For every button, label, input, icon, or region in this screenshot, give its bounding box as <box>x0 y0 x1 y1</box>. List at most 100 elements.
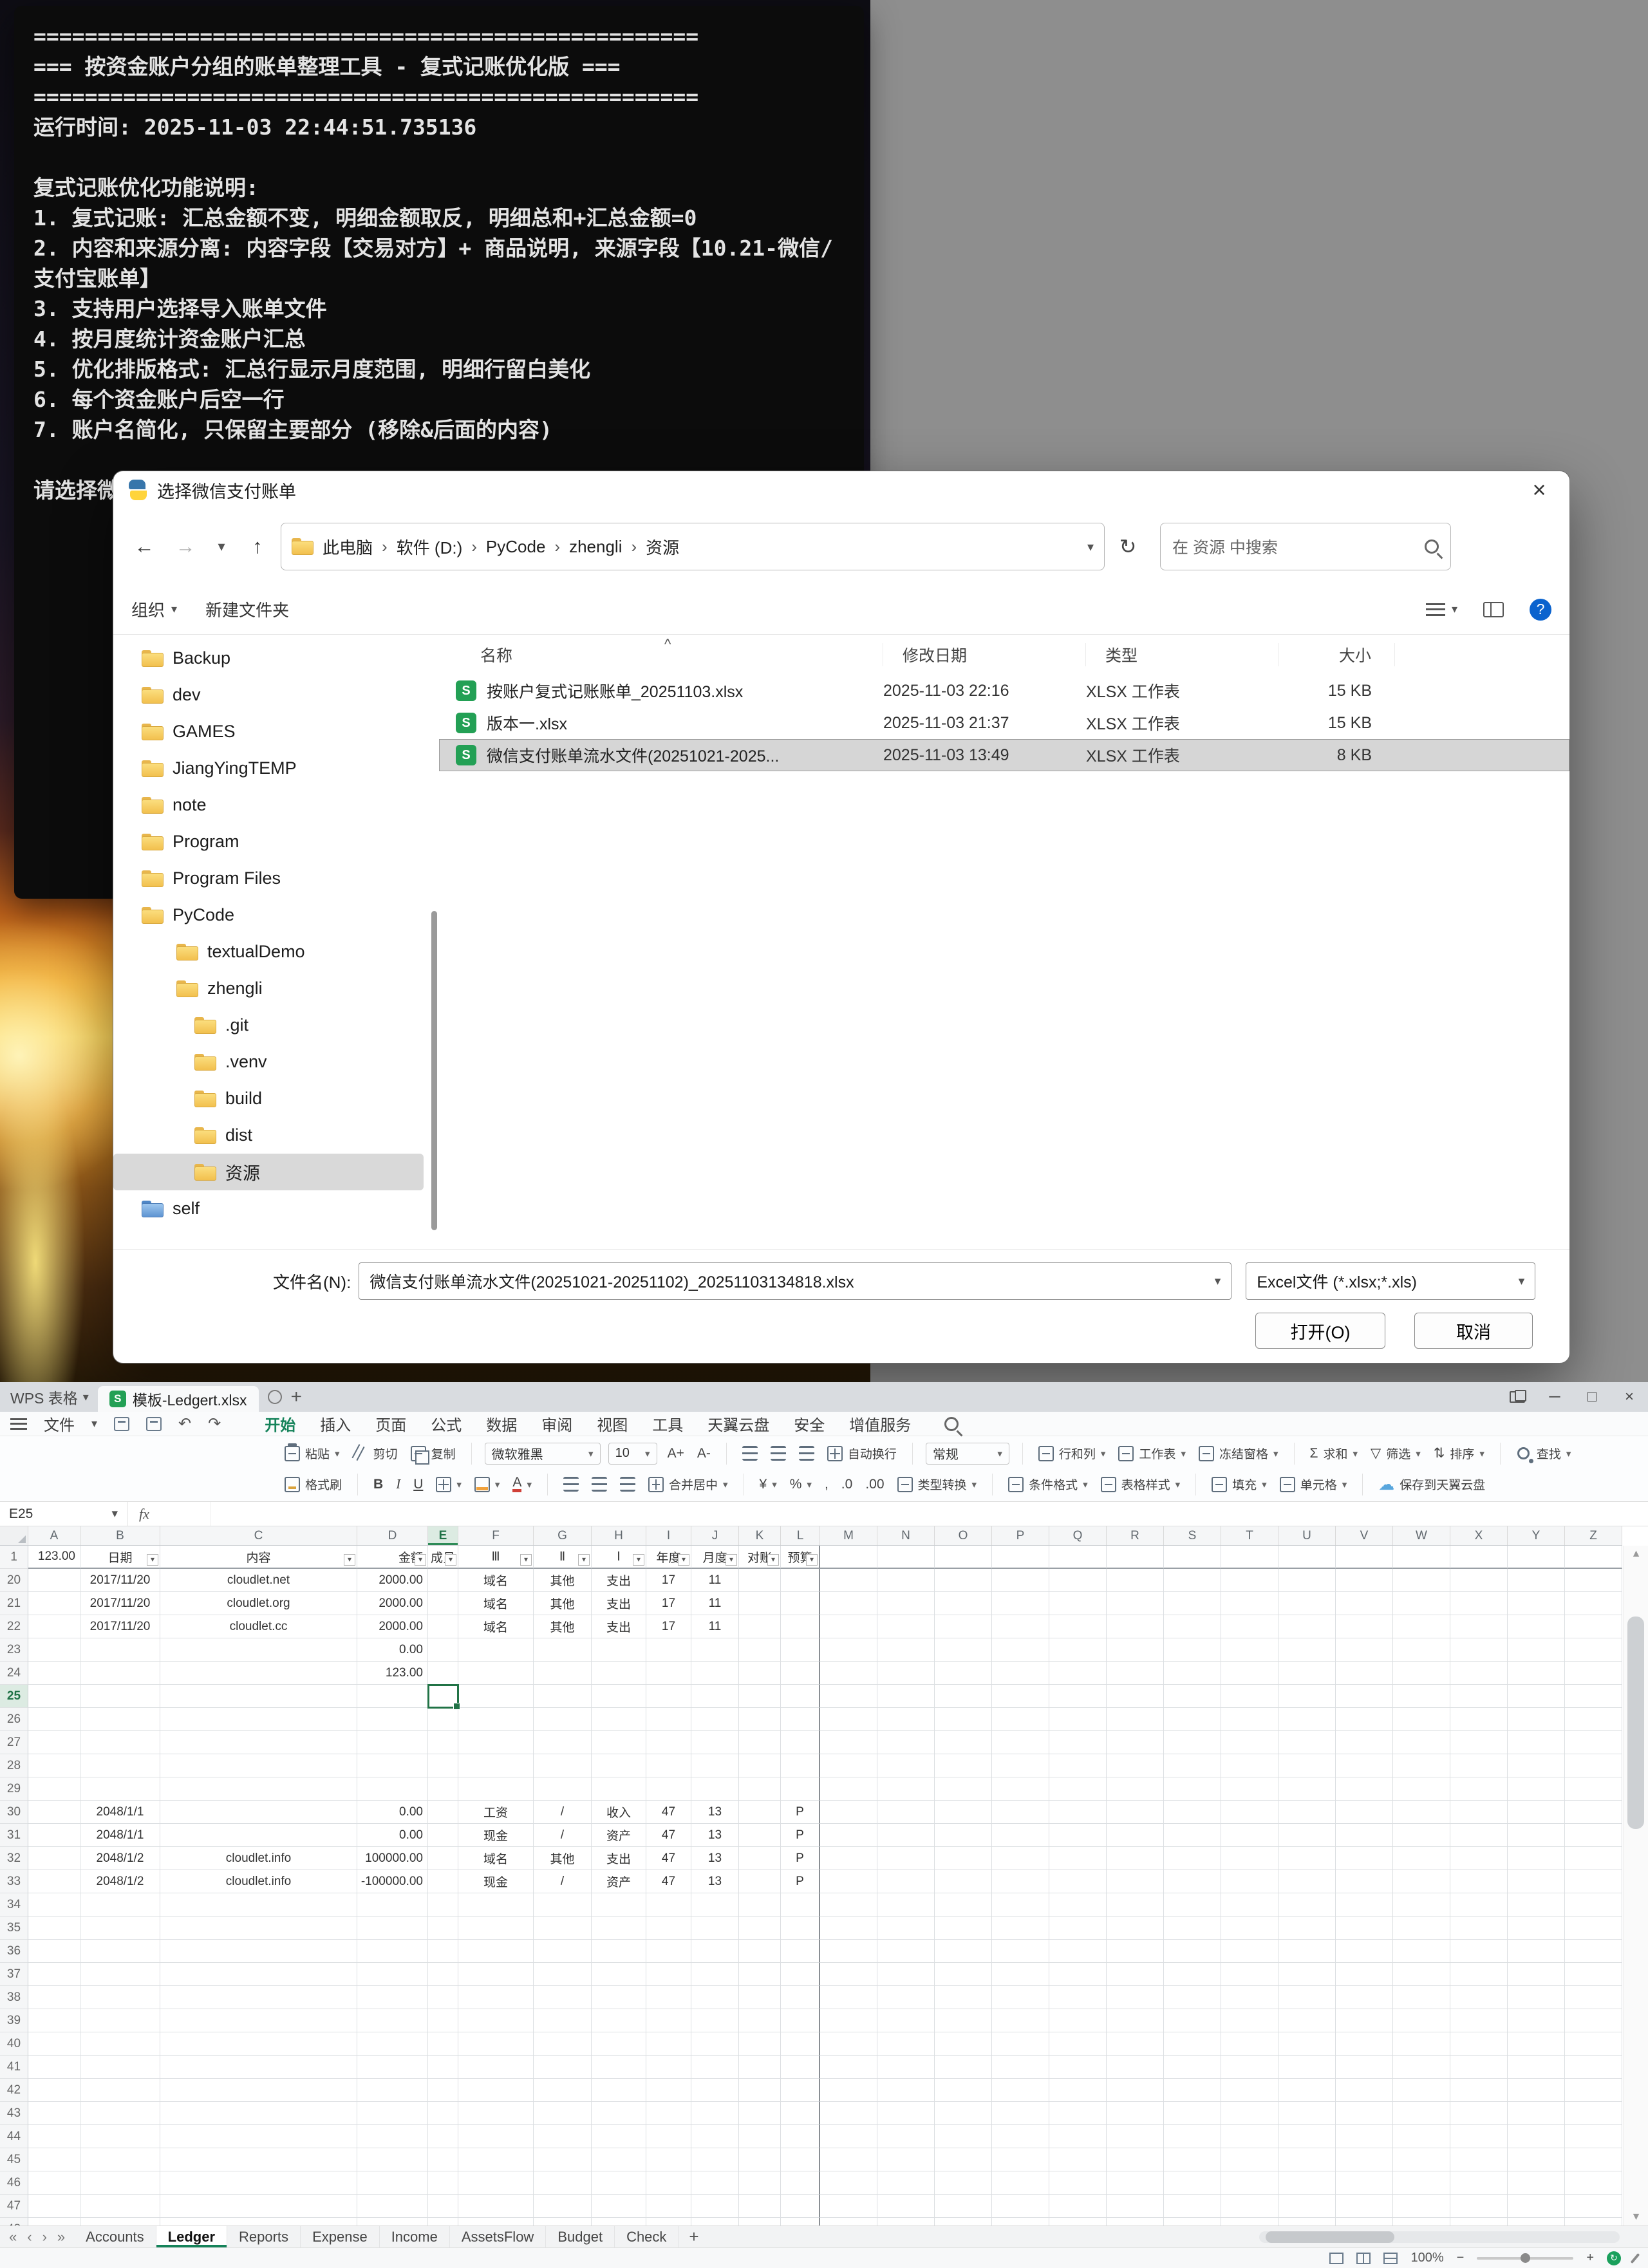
cell-C26[interactable] <box>160 1708 357 1731</box>
cell-T38[interactable] <box>1221 1986 1278 2009</box>
print-icon[interactable] <box>146 1417 162 1431</box>
cell-F42[interactable] <box>458 2079 534 2102</box>
column-header-A[interactable]: A <box>28 1526 80 1545</box>
cell-F23[interactable] <box>458 1638 534 1662</box>
cell-V28[interactable] <box>1336 1754 1393 1777</box>
cell-M34[interactable] <box>820 1893 877 1917</box>
cell-P31[interactable] <box>992 1824 1049 1847</box>
cell-F41[interactable] <box>458 2056 534 2079</box>
cell-H23[interactable] <box>592 1638 646 1662</box>
cell-J31[interactable]: 13 <box>691 1824 739 1847</box>
cell-V37[interactable] <box>1336 1963 1393 1986</box>
cell-W1[interactable] <box>1393 1546 1450 1569</box>
cell-Q21[interactable] <box>1049 1592 1107 1615</box>
add-sheet-button[interactable]: + <box>679 2227 709 2247</box>
cell-Y47[interactable] <box>1508 2195 1565 2218</box>
cell-Y23[interactable] <box>1508 1638 1565 1662</box>
cell-B48[interactable] <box>80 2218 160 2226</box>
ribbon-button[interactable]: U <box>411 1476 426 1494</box>
cell-T24[interactable] <box>1221 1662 1278 1685</box>
cell-Q44[interactable] <box>1049 2125 1107 2148</box>
row-header-29[interactable]: 29 <box>0 1777 28 1801</box>
cell-B22[interactable]: 2017/11/20 <box>80 1615 160 1638</box>
filter-icon[interactable]: ▾ <box>726 1554 737 1566</box>
row-header-25[interactable]: 25 <box>0 1685 28 1708</box>
cell-U29[interactable] <box>1278 1777 1336 1801</box>
cell-A28[interactable] <box>28 1754 80 1777</box>
cell-A30[interactable] <box>28 1801 80 1824</box>
cell-D45[interactable] <box>357 2148 428 2171</box>
column-header-N[interactable]: N <box>877 1526 935 1545</box>
cell-Z26[interactable] <box>1565 1708 1622 1731</box>
cell-R34[interactable] <box>1107 1893 1164 1917</box>
cell-I25[interactable] <box>646 1685 691 1708</box>
cell-D47[interactable] <box>357 2195 428 2218</box>
cell-P41[interactable] <box>992 2056 1049 2079</box>
cell-V38[interactable] <box>1336 1986 1393 2009</box>
cell-K35[interactable] <box>739 1917 781 1940</box>
sidebar-item-dev[interactable]: dev <box>113 677 424 713</box>
column-header-Q[interactable]: Q <box>1049 1526 1107 1545</box>
cell-E32[interactable] <box>428 1847 458 1870</box>
cell-F39[interactable] <box>458 2009 534 2032</box>
cell-K26[interactable] <box>739 1708 781 1731</box>
cell-O34[interactable] <box>935 1893 992 1917</box>
cell-I40[interactable] <box>646 2032 691 2056</box>
cell-C37[interactable] <box>160 1963 357 1986</box>
cell-M1[interactable] <box>820 1546 877 1569</box>
align-top-icon[interactable] <box>740 1445 760 1462</box>
cell-Z45[interactable] <box>1565 2148 1622 2171</box>
cell-S20[interactable] <box>1164 1569 1221 1592</box>
cell-U36[interactable] <box>1278 1940 1336 1963</box>
cell-N26[interactable] <box>877 1708 935 1731</box>
cell-P38[interactable] <box>992 1986 1049 2009</box>
name-box[interactable]: E25 ▾ <box>0 1502 127 1526</box>
cell-H22[interactable]: 支出 <box>592 1615 646 1638</box>
row-header-22[interactable]: 22 <box>0 1615 28 1638</box>
cell-S36[interactable] <box>1164 1940 1221 1963</box>
cell-N24[interactable] <box>877 1662 935 1685</box>
cell-W47[interactable] <box>1393 2195 1450 2218</box>
cell-N46[interactable] <box>877 2171 935 2195</box>
scrollbar-thumb[interactable] <box>1627 1617 1644 1829</box>
back-button[interactable]: ← <box>126 529 162 565</box>
cell-S21[interactable] <box>1164 1592 1221 1615</box>
column-header-size[interactable]: 大小 <box>1279 643 1395 666</box>
cell-O35[interactable] <box>935 1917 992 1940</box>
cell-F31[interactable]: 现金 <box>458 1824 534 1847</box>
cell-S33[interactable] <box>1164 1870 1221 1893</box>
cell-V32[interactable] <box>1336 1847 1393 1870</box>
cell-E47[interactable] <box>428 2195 458 2218</box>
ribbon-button[interactable]: A+ <box>665 1445 687 1463</box>
sidebar-item-build[interactable]: build <box>113 1080 424 1117</box>
cell-P44[interactable] <box>992 2125 1049 2148</box>
search-input[interactable]: 在 资源 中搜索 <box>1160 523 1451 570</box>
cell-O24[interactable] <box>935 1662 992 1685</box>
cell-W29[interactable] <box>1393 1777 1450 1801</box>
cell-O27[interactable] <box>935 1731 992 1754</box>
cell-B39[interactable] <box>80 2009 160 2032</box>
cell-P25[interactable] <box>992 1685 1049 1708</box>
cell-H20[interactable]: 支出 <box>592 1569 646 1592</box>
sidebar-item-.venv[interactable]: .venv <box>113 1044 424 1080</box>
borders-icon[interactable]: ▾ <box>433 1476 464 1494</box>
cell-I20[interactable]: 17 <box>646 1569 691 1592</box>
cell-L39[interactable] <box>781 2009 820 2032</box>
cell-F21[interactable]: 域名 <box>458 1592 534 1615</box>
cell-O33[interactable] <box>935 1870 992 1893</box>
cell-E40[interactable] <box>428 2032 458 2056</box>
filter-icon[interactable]: ▾ <box>147 1554 158 1566</box>
cell-I37[interactable] <box>646 1963 691 1986</box>
cell-M29[interactable] <box>820 1777 877 1801</box>
cell-Z32[interactable] <box>1565 1847 1622 1870</box>
cell-H48[interactable] <box>592 2218 646 2226</box>
cell-Y34[interactable] <box>1508 1893 1565 1917</box>
cell-S30[interactable] <box>1164 1801 1221 1824</box>
cell-W20[interactable] <box>1393 1569 1450 1592</box>
cell-G45[interactable] <box>534 2148 592 2171</box>
cell-B37[interactable] <box>80 1963 160 1986</box>
cell-Y28[interactable] <box>1508 1754 1565 1777</box>
cell-X46[interactable] <box>1450 2171 1508 2195</box>
cell-D33[interactable]: -100000.00 <box>357 1870 428 1893</box>
cell-B20[interactable]: 2017/11/20 <box>80 1569 160 1592</box>
